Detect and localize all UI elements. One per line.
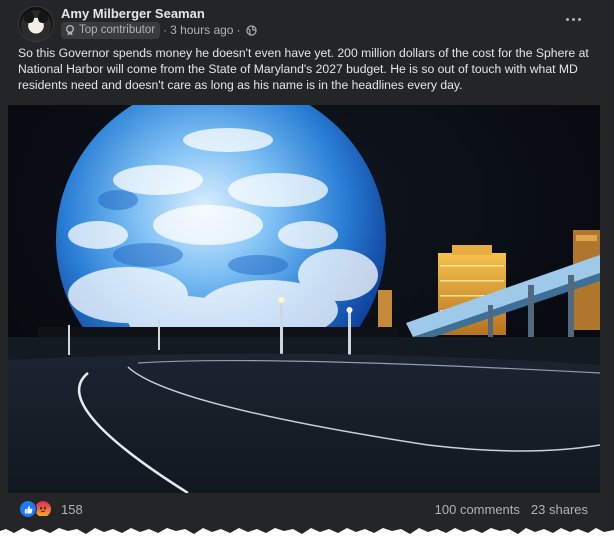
top-contributor-badge[interactable]: Top contributor (61, 21, 161, 39)
post-card: Amy Milberger Seaman Top contributor · 3… (0, 0, 614, 528)
more-options-icon[interactable] (562, 11, 584, 27)
reaction-count: 158 (61, 501, 83, 517)
comments-count[interactable]: 100 comments (435, 502, 520, 517)
post-time[interactable]: 3 hours ago (170, 23, 233, 37)
torn-edge (0, 516, 614, 534)
post-meta: Top contributor · 3 hours ago · (61, 21, 258, 39)
shares-count[interactable]: 23 shares (531, 502, 588, 517)
author-name[interactable]: Amy Milberger Seaman (61, 6, 205, 21)
badge-icon (66, 24, 74, 35)
post-stats: 100 comments 23 shares (435, 502, 588, 517)
post-text: So this Governor spends money he doesn't… (18, 46, 589, 92)
post-photo[interactable] (8, 105, 600, 493)
globe-icon (246, 24, 258, 36)
badge-label: Top contributor (79, 24, 156, 36)
meta-separator: · (163, 23, 168, 37)
like-icon (19, 500, 37, 518)
meta-separator-2: · (236, 23, 241, 37)
author-avatar[interactable] (18, 6, 54, 42)
